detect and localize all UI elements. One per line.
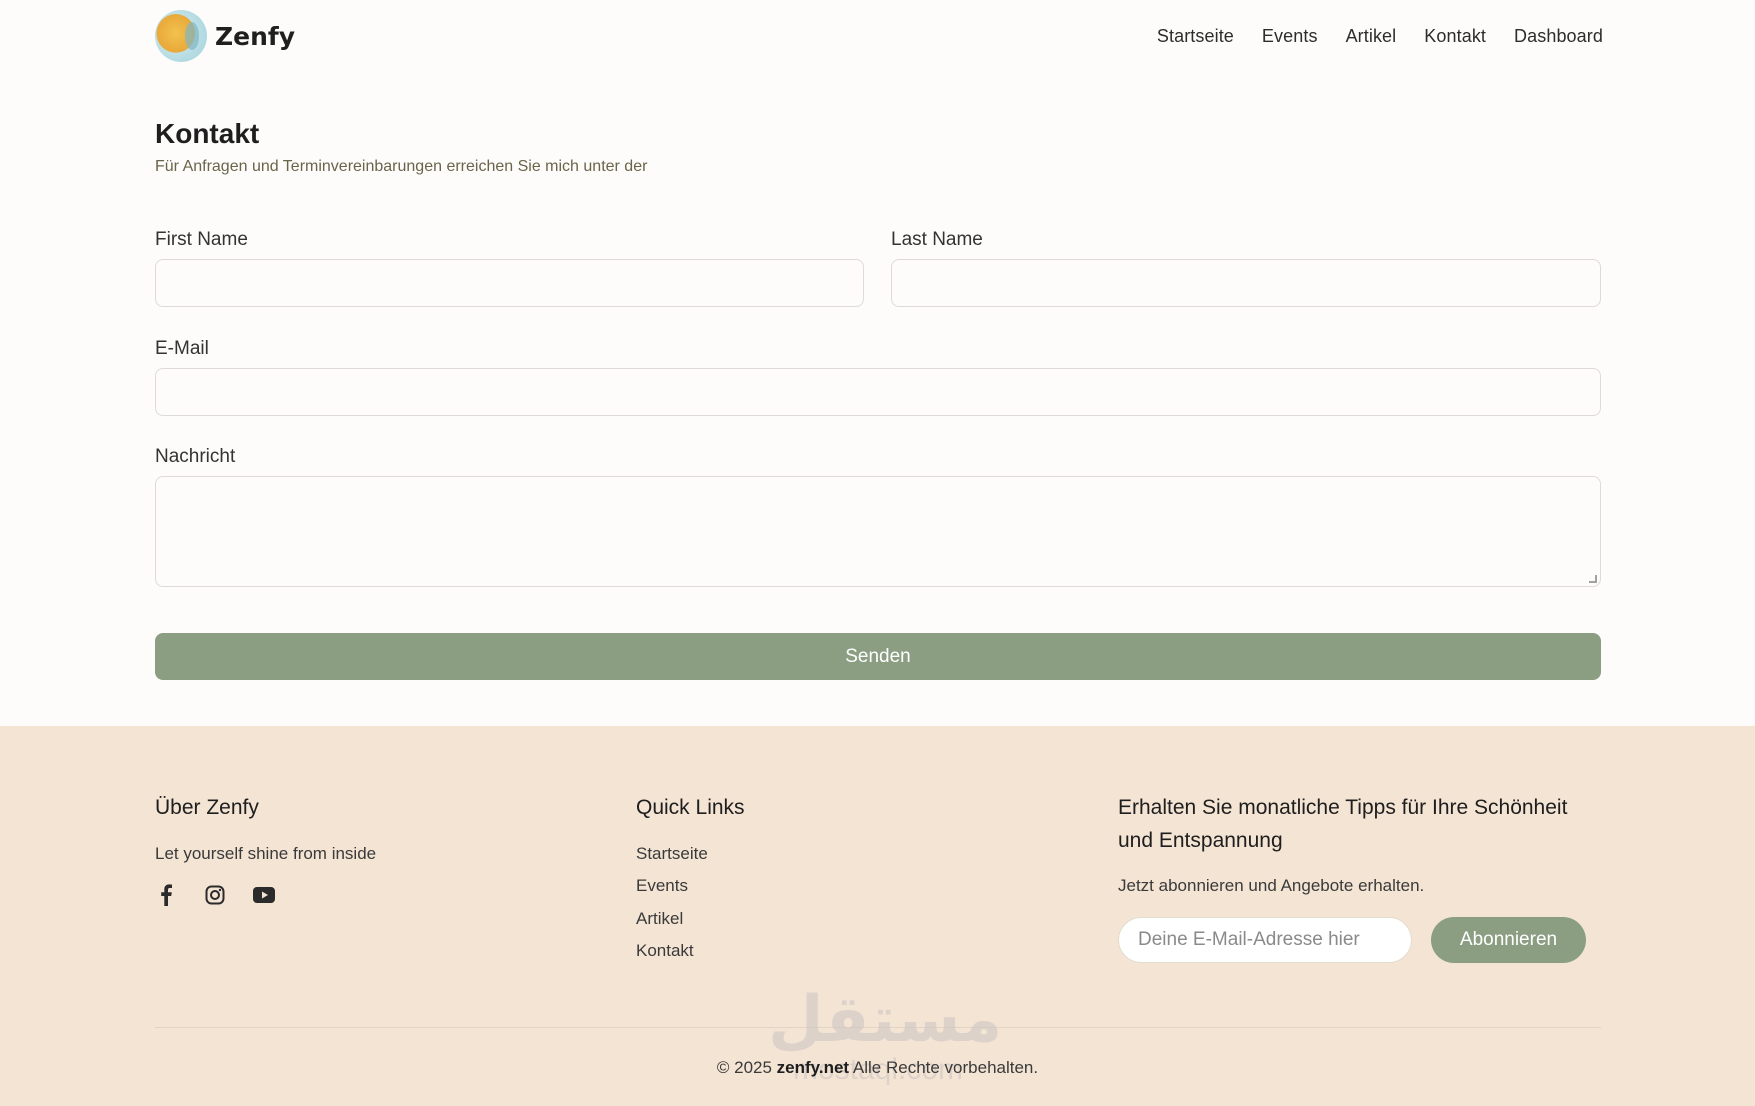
last-name-label: Last Name [891,229,983,250]
footer-quick-links-title: Quick Links [636,796,745,819]
logo[interactable]: Zenfy [155,10,295,62]
contact-section: Kontakt Für Anfragen und Terminvereinbar… [155,118,1601,176]
social-links [155,884,275,906]
copyright-domain[interactable]: zenfy.net [777,1058,849,1077]
main-nav: Startseite Events Artikel Kontakt Dashbo… [1157,26,1603,47]
footer-link-events[interactable]: Events [636,876,688,896]
copyright-prefix: © 2025 [716,1058,772,1077]
youtube-icon[interactable] [253,884,275,906]
first-name-field[interactable] [155,259,864,307]
last-name-field[interactable] [891,259,1601,307]
page-title: Kontakt [155,118,260,149]
instagram-icon[interactable] [204,884,226,906]
subscribe-button[interactable]: Abonnieren [1431,917,1586,963]
email-label: E-Mail [155,338,209,359]
watermark: مستقل mostaql.com [768,983,1003,1103]
site-header: Zenfy Startseite Events Artikel Kontakt … [0,0,1755,76]
footer-link-kontakt[interactable]: Kontakt [636,941,694,961]
nav-item-startseite[interactable]: Startseite [1157,26,1234,47]
copyright-suffix: Alle Rechte vorbehalten. [852,1058,1039,1077]
nav-item-events[interactable]: Events [1262,26,1318,47]
message-label: Nachricht [155,446,236,467]
footer-link-startseite[interactable]: Startseite [636,844,708,864]
footer-about-title: Über Zenfy [155,796,259,819]
newsletter-email-input[interactable] [1118,917,1412,963]
footer-newsletter-text: Jetzt abonnieren und Angebote erhalten. [1118,876,1425,895]
send-button[interactable]: Senden [155,633,1601,680]
nav-item-dashboard[interactable]: Dashboard [1514,26,1603,47]
email-field[interactable] [155,368,1601,416]
watermark-arabic: مستقل [768,983,1003,1057]
brand-name: Zenfy [215,21,296,51]
copyright: © 2025 zenfy.net Alle Rechte vorbehalten… [0,1058,1755,1078]
resize-handle-icon[interactable] [1589,575,1597,583]
nav-item-kontakt[interactable]: Kontakt [1424,26,1486,47]
first-name-label: First Name [155,229,248,250]
footer-about-text: Let yourself shine from inside [155,844,377,863]
nav-item-artikel[interactable]: Artikel [1346,26,1397,47]
logo-icon [155,10,207,62]
footer-link-artikel[interactable]: Artikel [636,909,683,929]
message-textarea[interactable] [155,476,1601,587]
page-subtitle: Für Anfragen und Terminvereinbarungen er… [155,158,648,175]
facebook-icon[interactable] [155,884,177,906]
footer-newsletter-title: Erhalten Sie monatliche Tipps für Ihre S… [1118,796,1568,852]
